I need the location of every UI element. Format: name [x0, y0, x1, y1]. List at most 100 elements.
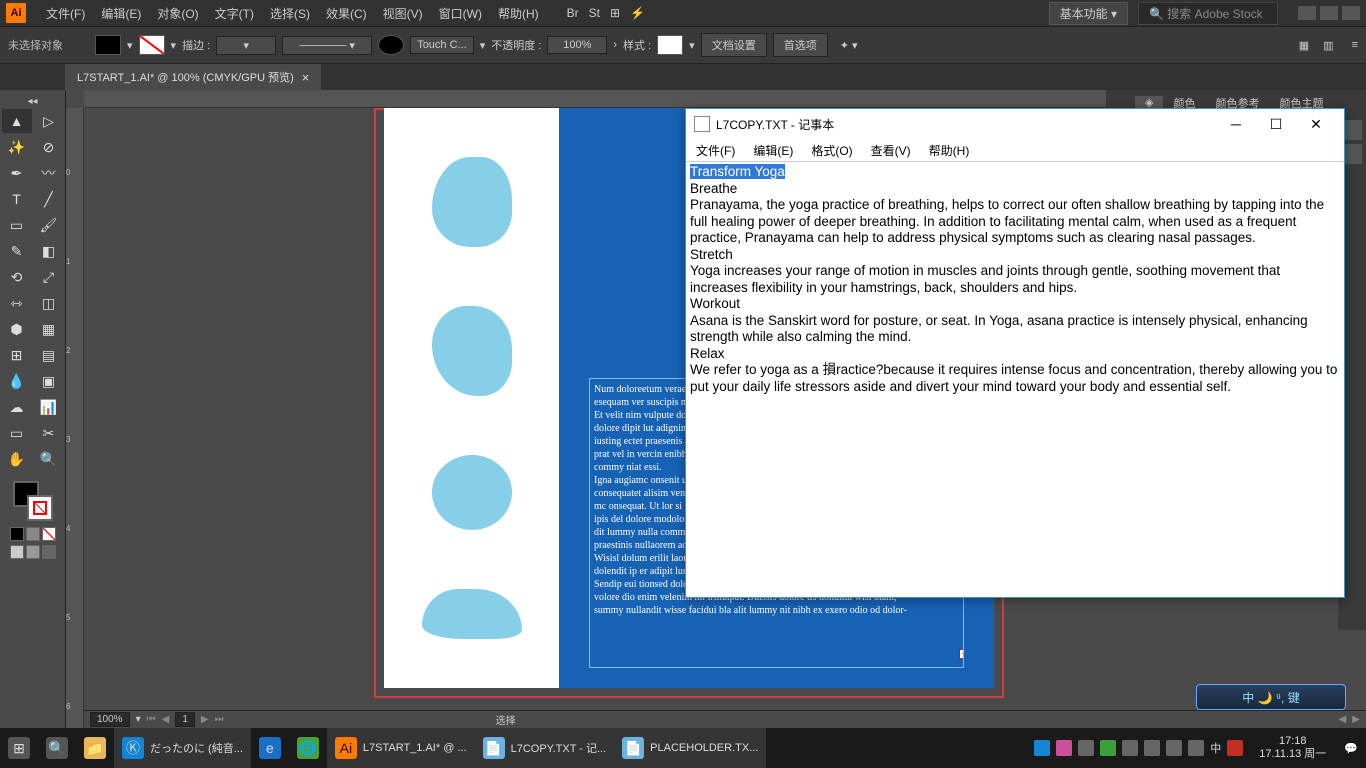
- edge-button[interactable]: e: [251, 728, 289, 768]
- explorer-button[interactable]: 📁: [76, 728, 114, 768]
- align-icon2[interactable]: ▥: [1323, 39, 1333, 52]
- overflow-indicator-icon[interactable]: +: [959, 649, 964, 659]
- shape-builder-tool[interactable]: ⬢: [2, 317, 32, 341]
- np-close-icon[interactable]: ✕: [1296, 112, 1336, 136]
- align-icon[interactable]: ▦: [1299, 39, 1309, 52]
- graphic-style[interactable]: [657, 35, 683, 55]
- menu-file[interactable]: 文件(F): [38, 5, 93, 22]
- close-icon[interactable]: [1342, 6, 1360, 20]
- direct-select-tool[interactable]: ▷: [34, 109, 64, 133]
- blend-tool[interactable]: ▣: [34, 369, 64, 393]
- ime-lang[interactable]: 中: [1210, 740, 1221, 756]
- zoom-tool[interactable]: 🔍: [34, 447, 64, 471]
- color-mode-icon[interactable]: [10, 527, 24, 541]
- stock-search[interactable]: 🔍 搜索 Adobe Stock: [1138, 2, 1278, 25]
- stroke-swatch[interactable]: [139, 35, 165, 55]
- system-tray[interactable]: 中: [1028, 740, 1249, 756]
- np-menu-format[interactable]: 格式(O): [805, 140, 858, 161]
- tray-icon[interactable]: [1078, 740, 1094, 756]
- tray-icon[interactable]: [1100, 740, 1116, 756]
- stroke-profile[interactable]: ────── ▾: [282, 36, 372, 55]
- line-tool[interactable]: ╱: [34, 187, 64, 211]
- panel-menu-icon[interactable]: ≡: [1352, 39, 1358, 51]
- illustrator-task[interactable]: AiL7START_1.AI* @ ...: [327, 728, 475, 768]
- artboard-tool[interactable]: ▭: [2, 421, 32, 445]
- free-transform-tool[interactable]: ◫: [34, 291, 64, 315]
- lasso-tool[interactable]: ⊘: [34, 135, 64, 159]
- menu-effect[interactable]: 效果(C): [318, 5, 375, 22]
- dock-icon[interactable]: [1342, 144, 1362, 164]
- music-app[interactable]: Ⓚだったのに (純音...: [114, 728, 251, 768]
- type-tool[interactable]: T: [2, 187, 32, 211]
- np-minimize-icon[interactable]: ─: [1216, 112, 1256, 136]
- maximize-icon[interactable]: [1320, 6, 1338, 20]
- tab-close-icon[interactable]: ×: [302, 70, 310, 85]
- network-icon[interactable]: [1144, 740, 1160, 756]
- gradient-mode-icon[interactable]: [26, 527, 40, 541]
- scroll-left-icon[interactable]: ◀: [1339, 714, 1347, 725]
- ime-indicator[interactable]: 中 🌙 ⁹, 键: [1196, 684, 1346, 710]
- bridge-icon[interactable]: Br: [567, 6, 579, 20]
- first-artboard-icon[interactable]: ⏮: [147, 714, 156, 725]
- np-menu-file[interactable]: 文件(F): [690, 140, 741, 161]
- minimize-icon[interactable]: [1298, 6, 1316, 20]
- opacity-field[interactable]: 100%: [547, 36, 607, 54]
- volume-icon[interactable]: [1188, 740, 1204, 756]
- paintbrush-tool[interactable]: 🖌: [34, 213, 64, 237]
- gpu-icon[interactable]: ⚡: [630, 6, 645, 20]
- np-menu-edit[interactable]: 编辑(E): [747, 140, 799, 161]
- width-tool[interactable]: ⇿: [2, 291, 32, 315]
- draw-mode-icon[interactable]: [26, 545, 40, 559]
- sogou-icon[interactable]: [1227, 740, 1243, 756]
- browser-button[interactable]: 🌐: [289, 728, 327, 768]
- draw-mode2-icon[interactable]: [42, 545, 56, 559]
- last-artboard-icon[interactable]: ⏭: [215, 714, 224, 725]
- battery-icon[interactable]: [1166, 740, 1182, 756]
- rectangle-tool[interactable]: ▭: [2, 213, 32, 237]
- brush-swatch[interactable]: [378, 35, 404, 55]
- taskbar-clock[interactable]: 17:18 17.11.13 周一: [1249, 735, 1336, 761]
- stroke-color[interactable]: [27, 495, 53, 521]
- search-button[interactable]: 🔍: [38, 728, 76, 768]
- screen-mode-icon[interactable]: [10, 545, 24, 559]
- hand-tool[interactable]: ✋: [2, 447, 32, 471]
- menu-select[interactable]: 选择(S): [262, 5, 318, 22]
- menu-edit[interactable]: 编辑(E): [93, 5, 149, 22]
- prefs-button[interactable]: 首选项: [773, 33, 828, 57]
- graph-tool[interactable]: 📊: [34, 395, 64, 419]
- menu-type[interactable]: 文字(T): [207, 5, 262, 22]
- tray-icon[interactable]: [1034, 740, 1050, 756]
- stock-icon[interactable]: St: [589, 6, 600, 20]
- perspective-tool[interactable]: ▦: [34, 317, 64, 341]
- rotate-tool[interactable]: ⟲: [2, 265, 32, 289]
- scroll-right-icon[interactable]: ▶: [1352, 714, 1360, 725]
- start-button[interactable]: ⊞: [0, 728, 38, 768]
- notepad-task[interactable]: 📄L7COPY.TXT - 记...: [475, 728, 615, 768]
- np-menu-help[interactable]: 帮助(H): [923, 140, 976, 161]
- notepad-textarea[interactable]: Transform Yoga Breathe Pranayama, the yo…: [686, 161, 1344, 597]
- notifications-icon[interactable]: 💬: [1336, 728, 1366, 768]
- np-maximize-icon[interactable]: ☐: [1256, 112, 1296, 136]
- symbol-sprayer-tool[interactable]: ☁: [2, 395, 32, 419]
- selection-tool[interactable]: ▲: [2, 109, 32, 133]
- slice-tool[interactable]: ✂: [34, 421, 64, 445]
- menu-window[interactable]: 窗口(W): [431, 5, 490, 22]
- eraser-tool[interactable]: ◧: [34, 239, 64, 263]
- tray-icon[interactable]: [1056, 740, 1072, 756]
- dock-icon[interactable]: [1342, 120, 1362, 140]
- np-menu-view[interactable]: 查看(V): [865, 140, 917, 161]
- menu-object[interactable]: 对象(O): [149, 5, 206, 22]
- stroke-weight[interactable]: ▾: [216, 36, 276, 55]
- brush-def[interactable]: Touch C...: [410, 36, 474, 54]
- notepad-titlebar[interactable]: L7COPY.TXT - 记事本 ─ ☐ ✕: [686, 109, 1344, 139]
- prev-artboard-icon[interactable]: ◀: [162, 714, 170, 725]
- pen-tool[interactable]: ✒: [2, 161, 32, 185]
- mesh-tool[interactable]: ⊞: [2, 343, 32, 367]
- workspace-switcher[interactable]: 基本功能 ▾: [1049, 2, 1128, 25]
- scale-tool[interactable]: ⤢: [34, 265, 64, 289]
- ruler-vertical[interactable]: 0 123 456 789 10: [66, 108, 84, 728]
- curvature-tool[interactable]: 〰: [34, 161, 64, 185]
- document-tab[interactable]: L7START_1.AI* @ 100% (CMYK/GPU 预览) ×: [65, 64, 321, 90]
- gradient-tool[interactable]: ▤: [34, 343, 64, 367]
- none-mode-icon[interactable]: [42, 527, 56, 541]
